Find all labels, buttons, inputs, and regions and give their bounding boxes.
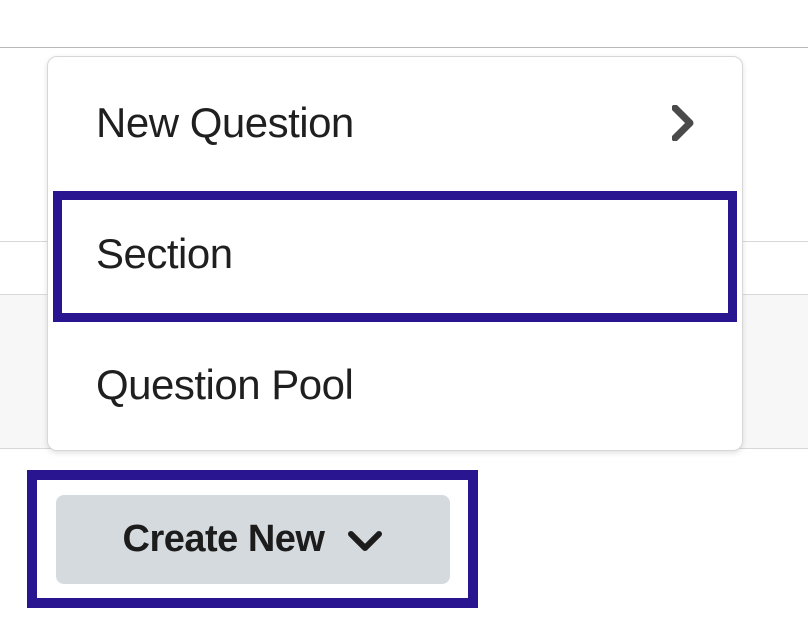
create-new-dropdown-menu: New Question Section Question Pool [47,56,743,451]
menu-item-section[interactable]: Section [48,188,742,319]
menu-item-label: Section [96,230,233,278]
top-toolbar-region [0,0,808,48]
menu-item-new-question[interactable]: New Question [48,57,742,188]
chevron-down-icon [348,531,382,551]
menu-item-label: Question Pool [96,361,353,409]
menu-item-question-pool[interactable]: Question Pool [48,319,742,450]
create-new-button[interactable]: Create New [56,495,450,584]
menu-item-label: New Question [96,99,354,147]
annotation-highlight-create-new: Create New [27,470,478,608]
chevron-right-icon [672,105,694,141]
create-new-label: Create New [123,518,325,561]
